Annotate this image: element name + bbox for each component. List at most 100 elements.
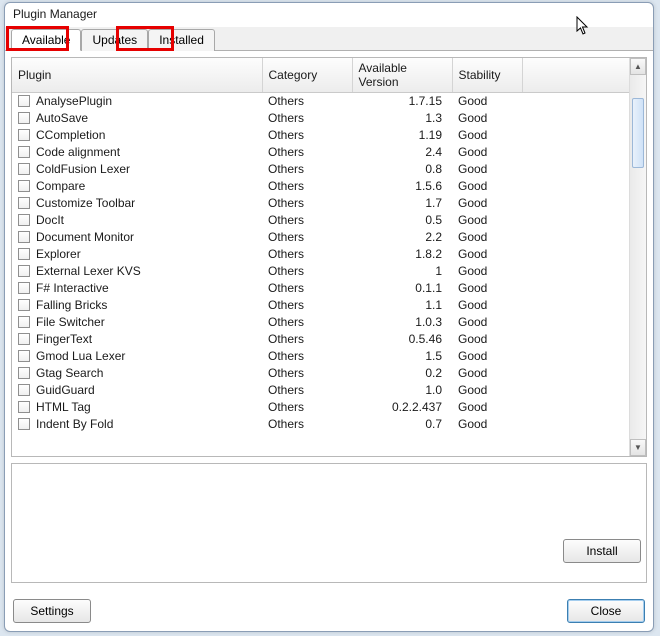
- table-row[interactable]: F# InteractiveOthers0.1.1Good: [12, 280, 629, 297]
- row-checkbox[interactable]: [18, 112, 30, 124]
- plugin-stability: Good: [452, 178, 522, 195]
- col-header-stability[interactable]: Stability: [452, 58, 522, 93]
- plugin-stability: Good: [452, 348, 522, 365]
- row-checkbox[interactable]: [18, 163, 30, 175]
- install-button[interactable]: Install: [563, 539, 641, 563]
- row-checkbox[interactable]: [18, 384, 30, 396]
- table-row[interactable]: Document MonitorOthers2.2Good: [12, 229, 629, 246]
- plugin-list-pane: Plugin Category Available Version Stabil…: [11, 57, 647, 457]
- scroll-up-arrow[interactable]: ▲: [630, 58, 646, 75]
- plugin-name: Indent By Fold: [36, 417, 113, 431]
- row-checkbox[interactable]: [18, 418, 30, 430]
- plugin-stability: Good: [452, 93, 522, 110]
- table-row[interactable]: AutoSaveOthers1.3Good: [12, 110, 629, 127]
- row-checkbox[interactable]: [18, 197, 30, 209]
- close-button[interactable]: Close: [567, 599, 645, 623]
- plugin-version: 2.4: [352, 144, 452, 161]
- vertical-scrollbar[interactable]: ▲ ▼: [629, 58, 646, 456]
- scroll-down-arrow[interactable]: ▼: [630, 439, 646, 456]
- plugin-name: Compare: [36, 179, 85, 193]
- row-checkbox[interactable]: [18, 146, 30, 158]
- plugin-category: Others: [262, 93, 352, 110]
- table-row[interactable]: GuidGuardOthers1.0Good: [12, 382, 629, 399]
- plugin-version: 2.2: [352, 229, 452, 246]
- row-checkbox[interactable]: [18, 214, 30, 226]
- settings-button[interactable]: Settings: [13, 599, 91, 623]
- plugin-name: CCompletion: [36, 128, 105, 142]
- row-checkbox[interactable]: [18, 129, 30, 141]
- plugin-category: Others: [262, 195, 352, 212]
- plugin-name: GuidGuard: [36, 383, 95, 397]
- plugin-table-body: AnalysePluginOthers1.7.15GoodAutoSaveOth…: [12, 93, 629, 433]
- plugin-name: Gtag Search: [36, 366, 103, 380]
- table-row[interactable]: External Lexer KVSOthers1Good: [12, 263, 629, 280]
- col-header-version[interactable]: Available Version: [352, 58, 452, 93]
- plugin-version: 1.0: [352, 382, 452, 399]
- scroll-thumb[interactable]: [632, 98, 644, 168]
- table-row[interactable]: DocItOthers0.5Good: [12, 212, 629, 229]
- plugin-version: 1: [352, 263, 452, 280]
- plugin-name: AnalysePlugin: [36, 94, 112, 108]
- plugin-category: Others: [262, 161, 352, 178]
- table-row[interactable]: CompareOthers1.5.6Good: [12, 178, 629, 195]
- plugin-version: 1.5: [352, 348, 452, 365]
- plugin-stability: Good: [452, 263, 522, 280]
- table-row[interactable]: AnalysePluginOthers1.7.15Good: [12, 93, 629, 110]
- row-checkbox[interactable]: [18, 265, 30, 277]
- table-row[interactable]: Indent By FoldOthers0.7Good: [12, 416, 629, 433]
- row-checkbox[interactable]: [18, 316, 30, 328]
- row-checkbox[interactable]: [18, 248, 30, 260]
- plugin-stability: Good: [452, 280, 522, 297]
- plugin-table-wrap: Plugin Category Available Version Stabil…: [12, 58, 629, 456]
- table-row[interactable]: Customize ToolbarOthers1.7Good: [12, 195, 629, 212]
- install-row: Install: [563, 539, 641, 563]
- table-row[interactable]: ColdFusion LexerOthers0.8Good: [12, 161, 629, 178]
- table-row[interactable]: CCompletionOthers1.19Good: [12, 127, 629, 144]
- plugin-stability: Good: [452, 416, 522, 433]
- plugin-category: Others: [262, 399, 352, 416]
- table-row[interactable]: Code alignmentOthers2.4Good: [12, 144, 629, 161]
- plugin-version: 0.2: [352, 365, 452, 382]
- row-checkbox[interactable]: [18, 333, 30, 345]
- row-checkbox[interactable]: [18, 180, 30, 192]
- plugin-version: 1.1: [352, 297, 452, 314]
- plugin-stability: Good: [452, 195, 522, 212]
- row-checkbox[interactable]: [18, 299, 30, 311]
- plugin-category: Others: [262, 110, 352, 127]
- row-checkbox[interactable]: [18, 282, 30, 294]
- row-checkbox[interactable]: [18, 367, 30, 379]
- table-row[interactable]: ExplorerOthers1.8.2Good: [12, 246, 629, 263]
- col-header-category[interactable]: Category: [262, 58, 352, 93]
- table-row[interactable]: Falling BricksOthers1.1Good: [12, 297, 629, 314]
- row-checkbox[interactable]: [18, 350, 30, 362]
- plugin-category: Others: [262, 382, 352, 399]
- row-checkbox[interactable]: [18, 95, 30, 107]
- table-row[interactable]: FingerTextOthers0.5.46Good: [12, 331, 629, 348]
- plugin-version: 0.5: [352, 212, 452, 229]
- table-row[interactable]: Gtag SearchOthers0.2Good: [12, 365, 629, 382]
- tab-updates[interactable]: Updates: [81, 29, 148, 51]
- plugin-category: Others: [262, 416, 352, 433]
- plugin-name: Customize Toolbar: [36, 196, 135, 210]
- plugin-detail-pane: [11, 463, 647, 583]
- plugin-stability: Good: [452, 127, 522, 144]
- tab-available[interactable]: Available: [11, 29, 81, 51]
- plugin-version: 0.1.1: [352, 280, 452, 297]
- table-row[interactable]: Gmod Lua LexerOthers1.5Good: [12, 348, 629, 365]
- row-checkbox[interactable]: [18, 231, 30, 243]
- plugin-name: External Lexer KVS: [36, 264, 141, 278]
- plugin-stability: Good: [452, 314, 522, 331]
- plugin-stability: Good: [452, 331, 522, 348]
- plugin-name: DocIt: [36, 213, 64, 227]
- plugin-version: 0.2.2.437: [352, 399, 452, 416]
- table-row[interactable]: File SwitcherOthers1.0.3Good: [12, 314, 629, 331]
- plugin-version: 1.19: [352, 127, 452, 144]
- table-row[interactable]: HTML TagOthers0.2.2.437Good: [12, 399, 629, 416]
- row-checkbox[interactable]: [18, 401, 30, 413]
- plugin-name: Document Monitor: [36, 230, 134, 244]
- plugin-stability: Good: [452, 246, 522, 263]
- plugin-version: 1.8.2: [352, 246, 452, 263]
- plugin-manager-window: Plugin Manager Available Updates Install…: [4, 2, 654, 632]
- col-header-plugin[interactable]: Plugin: [12, 58, 262, 93]
- tab-installed[interactable]: Installed: [148, 29, 215, 51]
